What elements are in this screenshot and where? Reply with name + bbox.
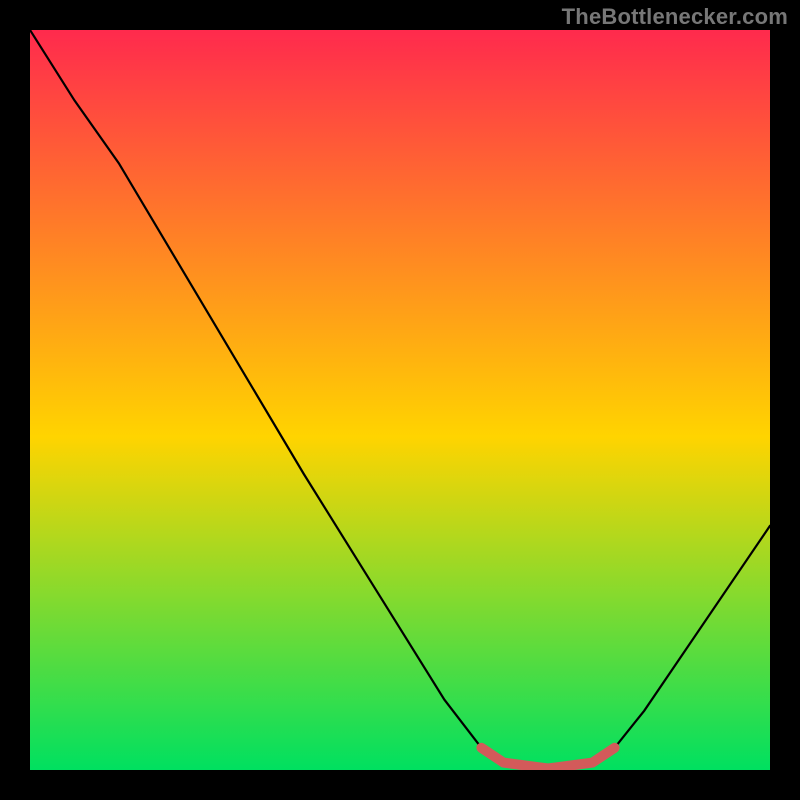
chart-container: TheBottlenecker.com <box>0 0 800 800</box>
chart-svg <box>30 30 770 770</box>
watermark-text: TheBottlenecker.com <box>562 4 788 30</box>
gradient-background <box>30 30 770 770</box>
plot-area <box>30 30 770 770</box>
